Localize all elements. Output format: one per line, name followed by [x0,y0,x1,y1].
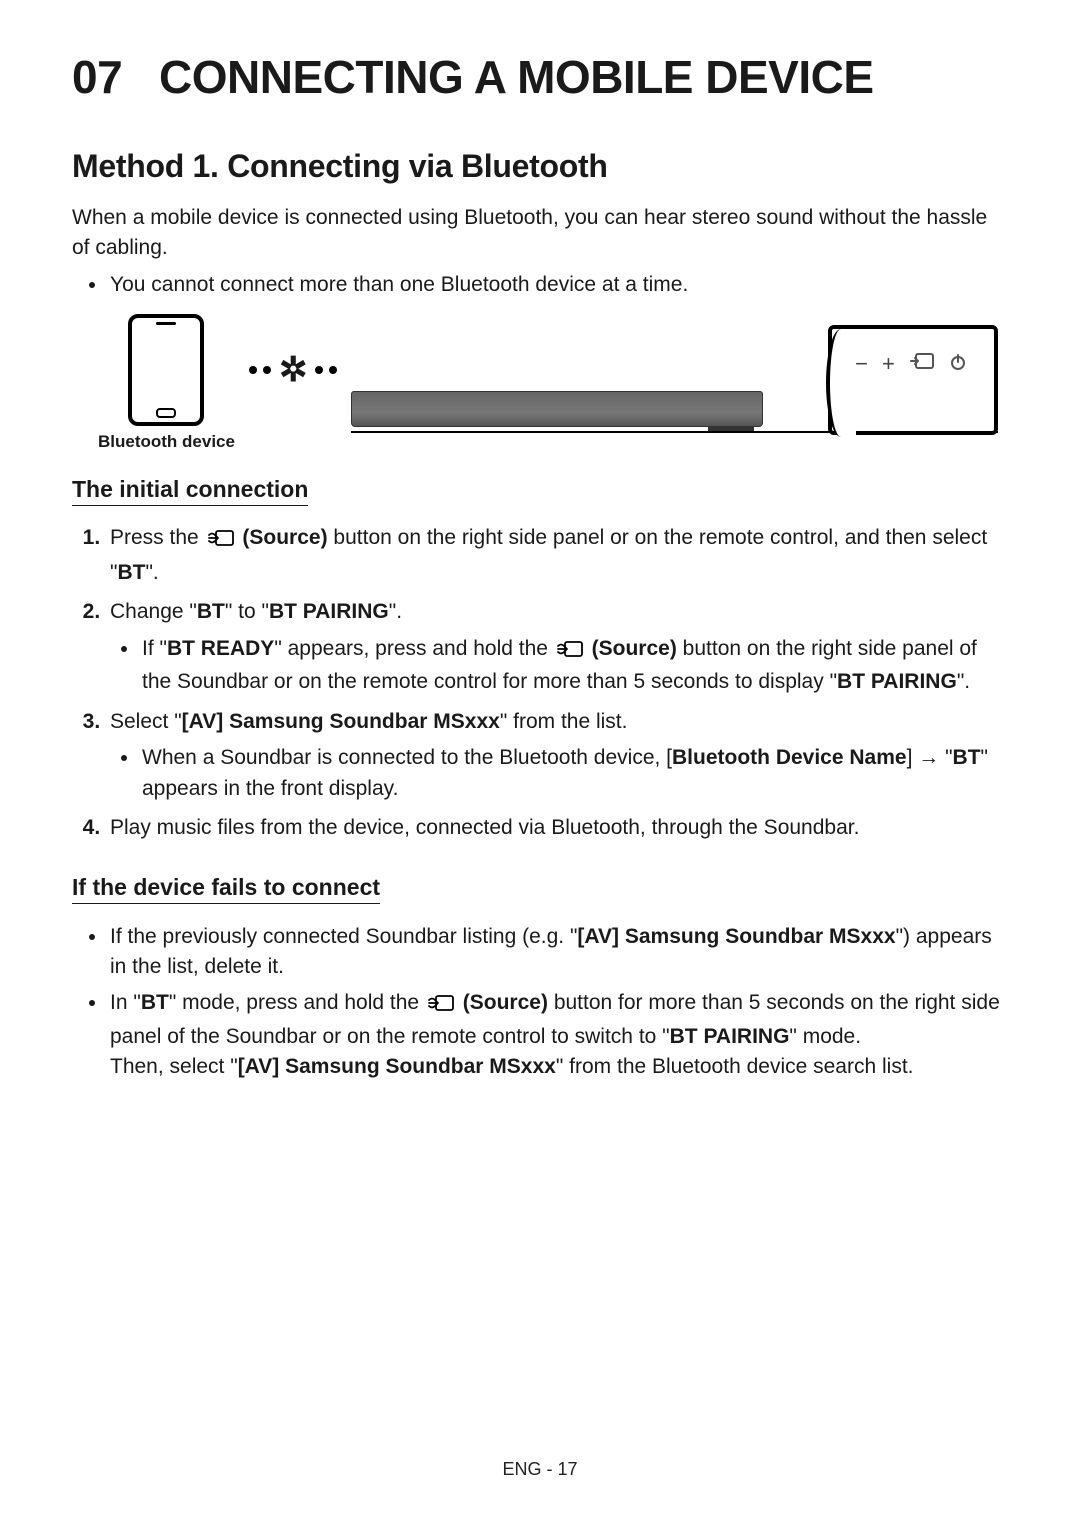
bluetooth-icon: ✲ [279,353,308,387]
fail-bullet-2: In "BT" mode, press and hold the (Source… [108,988,1008,1082]
bluetooth-signal-icon: ✲ [249,353,338,387]
volume-up-icon: + [882,351,895,377]
volume-down-icon: − [855,351,868,377]
source-icon [909,351,935,377]
method-heading: Method 1. Connecting via Bluetooth [72,148,1008,185]
step-1: Press the (Source) button on the right s… [106,522,1008,588]
fails-to-connect-heading: If the device fails to connect [72,874,380,904]
step-4: Play music files from the device, connec… [106,812,1008,844]
bluetooth-device-group: Bluetooth device [98,314,235,452]
initial-connection-heading: The initial connection [72,476,308,506]
step-3-sub: When a Soundbar is connected to the Blue… [140,743,1008,804]
chapter-title: CONNECTING A MOBILE DEVICE [159,51,874,103]
intro-paragraph: When a mobile device is connected using … [72,203,1008,264]
chapter-number: 07 [72,51,122,103]
step-2-sub: If "BT READY" appears, press and hold th… [140,634,1008,698]
power-icon [949,351,967,377]
step-3: Select "[AV] Samsung Soundbar MSxxx" fro… [106,706,1008,804]
soundbar-tv-group: − + [351,325,998,441]
chapter-heading: 07 CONNECTING A MOBILE DEVICE [72,50,1008,104]
bluetooth-device-label: Bluetooth device [98,432,235,452]
tv-side-panel-icon: − + [828,325,998,435]
soundbar-icon [351,391,763,427]
source-icon [207,525,235,557]
fail-bullet-1: If the previously connected Soundbar lis… [108,922,1008,983]
bluetooth-connection-figure: Bluetooth device ✲ − + [98,314,998,452]
step-2: Change "BT" to "BT PAIRING". If "BT READ… [106,596,1008,697]
phone-icon [128,314,204,426]
intro-bullet: You cannot connect more than one Bluetoo… [108,270,1008,300]
source-icon [556,637,584,667]
page-footer: ENG - 17 [0,1459,1080,1480]
source-icon [427,991,455,1021]
